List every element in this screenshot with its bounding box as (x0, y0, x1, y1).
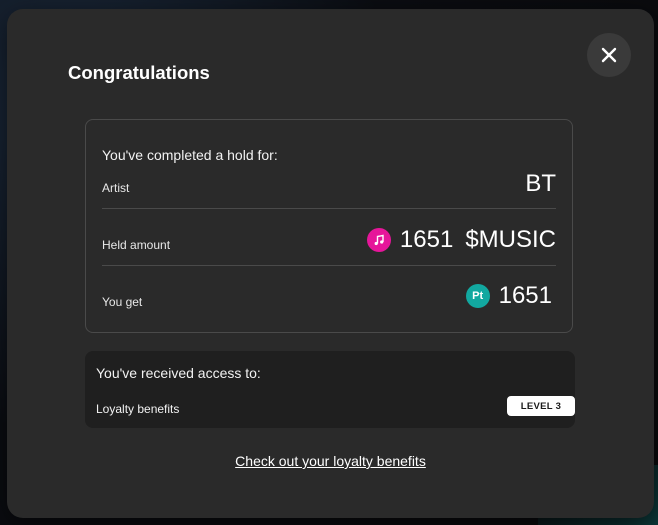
held-amount-row: Held amount 1651 $MUSIC (102, 226, 556, 266)
you-get-number: 1651 (498, 282, 552, 309)
artist-row: Artist BT (102, 170, 556, 210)
modal-title: Congratulations (68, 62, 210, 83)
hold-summary-card: You've completed a hold for: Artist BT H… (85, 119, 573, 333)
congratulations-modal: Congratulations You've completed a hold … (7, 9, 654, 518)
held-amount-number: 1651 (399, 226, 454, 253)
held-amount-value: 1651 $MUSIC (366, 226, 556, 254)
you-get-value: Pt 1651 (465, 282, 552, 310)
level-badge: LEVEL 3 (507, 396, 575, 416)
you-get-label: You get (102, 295, 143, 309)
loyalty-benefits-label: Loyalty benefits (96, 402, 180, 416)
artist-label: Artist (102, 181, 130, 195)
music-note-icon (366, 228, 391, 252)
access-heading: You've received access to: (96, 365, 261, 381)
close-icon (601, 47, 617, 63)
points-icon: Pt (465, 284, 490, 308)
held-amount-label: Held amount (102, 238, 171, 252)
artist-value: BT (525, 170, 556, 197)
access-panel: You've received access to: Loyalty benef… (85, 351, 575, 428)
you-get-row: You get Pt 1651 (102, 282, 556, 322)
divider (102, 265, 556, 266)
loyalty-benefits-link[interactable]: Check out your loyalty benefits (7, 453, 654, 469)
close-button[interactable] (587, 33, 631, 77)
hold-intro-text: You've completed a hold for: (102, 147, 278, 163)
held-amount-unit: $MUSIC (465, 226, 556, 253)
divider (102, 208, 556, 209)
